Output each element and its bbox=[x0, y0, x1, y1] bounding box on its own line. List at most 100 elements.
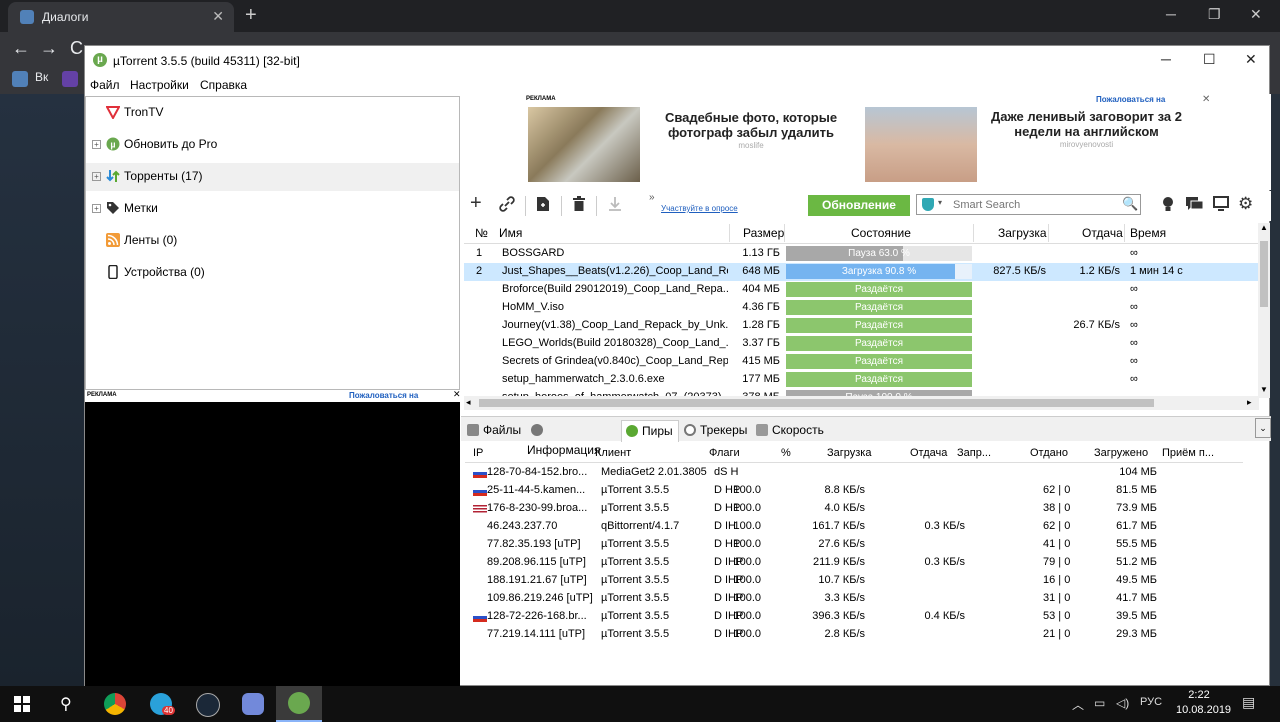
column-header-num[interactable]: № bbox=[475, 226, 488, 240]
create-torrent-icon[interactable] bbox=[536, 196, 550, 212]
ad-headline[interactable]: Свадебные фото, которые фотограф забыл у… bbox=[651, 110, 851, 140]
column-header-ip[interactable]: IP bbox=[473, 447, 483, 459]
peer-row[interactable]: 128-70-84-152.bro... MediaGet2 2.01.3805 d… bbox=[465, 464, 1243, 482]
scroll-left-icon[interactable]: ◂ bbox=[466, 397, 471, 408]
torrent-row[interactable]: setup_hammerwatch_2.3.0.6.exe 177 МБ Разда… bbox=[464, 371, 1259, 389]
close-window-icon[interactable]: ✕ bbox=[1250, 6, 1262, 23]
tab-speed[interactable]: Скорость bbox=[752, 420, 824, 441]
column-header-upload[interactable]: Отдача bbox=[1082, 226, 1123, 240]
column-header-received[interactable]: Загружено bbox=[1094, 447, 1148, 459]
column-header-download[interactable]: Загрузка bbox=[998, 226, 1047, 240]
bookmark-vk[interactable]: Вк bbox=[35, 70, 48, 84]
peer-row[interactable]: 128-72-226-168.br... µTorrent 3.5.5 D IHP 1… bbox=[465, 608, 1243, 626]
windows-start-icon[interactable] bbox=[14, 696, 30, 712]
search-input[interactable] bbox=[951, 197, 1125, 213]
tab-files[interactable]: Файлы bbox=[463, 420, 523, 441]
ad-report-link[interactable]: Пожаловаться на bbox=[1096, 95, 1165, 104]
discord-icon[interactable] bbox=[242, 693, 264, 715]
torrent-row[interactable]: HoMM_V.iso 4.36 ГБ Раздаётся ∞ bbox=[464, 299, 1259, 317]
ad-image-wedding[interactable] bbox=[528, 107, 640, 182]
column-header-peer-download[interactable]: Загрузка bbox=[827, 447, 871, 459]
volume-icon[interactable]: ◁) bbox=[1116, 696, 1129, 710]
sidebar-item-labels[interactable]: + Метки bbox=[86, 195, 459, 223]
column-header-peer-upload[interactable]: Отдача bbox=[910, 447, 947, 459]
sidebar-item-trontv[interactable]: TronTV bbox=[86, 99, 459, 127]
column-header-name[interactable]: Имя bbox=[499, 226, 522, 240]
column-header-sent[interactable]: Отдано bbox=[1030, 447, 1068, 459]
peer-row[interactable]: 109.86.219.246 [uTP] µTorrent 3.5.5 D IHP 1… bbox=[465, 590, 1243, 608]
torrent-row[interactable]: 1 BOSSGARD 1.13 ГБ Пауза 63.0 % ∞ bbox=[464, 245, 1259, 263]
torrent-row[interactable]: Broforce(Build 29012019)_Coop_Land_Repa.… bbox=[464, 281, 1259, 299]
scrollbar-thumb[interactable] bbox=[1260, 241, 1268, 307]
update-button[interactable]: Обновление bbox=[808, 195, 910, 216]
notifications-icon[interactable]: ▤ bbox=[1242, 694, 1255, 711]
torrent-row[interactable]: Journey(v1.38)_Coop_Land_Repack_by_Unk..… bbox=[464, 317, 1259, 335]
peer-row[interactable]: 25-11-44-5.kamen... µTorrent 3.5.5 D HP 100… bbox=[465, 482, 1243, 500]
sidebar-item-torrents[interactable]: + Торренты (17) bbox=[86, 163, 459, 191]
twitch-bookmark-icon[interactable] bbox=[62, 71, 78, 87]
column-separator[interactable] bbox=[1048, 224, 1049, 242]
peer-row[interactable]: 188.191.21.67 [uTP] µTorrent 3.5.5 D IHP 10… bbox=[465, 572, 1243, 590]
forward-arrow-icon[interactable]: → bbox=[40, 38, 58, 59]
search-icon[interactable]: ⚲ bbox=[60, 694, 72, 714]
add-link-icon[interactable] bbox=[499, 196, 515, 212]
column-header-client[interactable]: Клиент bbox=[595, 447, 631, 459]
minimize-icon[interactable]: ─ bbox=[1161, 51, 1171, 67]
search-shield-icon[interactable] bbox=[922, 198, 934, 211]
peer-row[interactable]: 77.219.14.111 [uTP] µTorrent 3.5.5 D IHP 10… bbox=[465, 626, 1243, 644]
ad-headline[interactable]: Даже ленивый заговорит за 2 недели на ан… bbox=[979, 109, 1194, 139]
back-arrow-icon[interactable]: ← bbox=[12, 38, 30, 59]
tab-info[interactable]: Информация bbox=[527, 420, 619, 457]
column-separator[interactable] bbox=[973, 224, 974, 242]
scroll-up-icon[interactable]: ▲ bbox=[1260, 223, 1268, 232]
column-header-requests[interactable]: Запр... bbox=[957, 447, 991, 459]
column-separator[interactable] bbox=[729, 224, 730, 242]
ad-report-link[interactable]: Пожаловаться на bbox=[349, 391, 418, 400]
column-separator[interactable] bbox=[784, 224, 785, 242]
minimize-icon[interactable]: ─ bbox=[1166, 6, 1176, 22]
new-tab-icon[interactable]: + bbox=[245, 4, 257, 27]
ad-image-face[interactable] bbox=[865, 107, 977, 182]
peer-row[interactable]: 176-8-230-99.broa... µTorrent 3.5.5 D HP 10… bbox=[465, 500, 1243, 518]
menu-settings[interactable]: Настройки bbox=[130, 78, 189, 92]
survey-link[interactable]: Участвуйте в опросе bbox=[661, 204, 738, 213]
maximize-icon[interactable]: ☐ bbox=[1203, 51, 1216, 68]
peer-row[interactable]: 89.208.96.115 [uTP] µTorrent 3.5.5 D IHP 10… bbox=[465, 554, 1243, 572]
system-clock[interactable]: 2:22 10.08.2019 bbox=[1176, 688, 1231, 718]
sidebar-item-upgrade-pro[interactable]: + µ Обновить до Pro bbox=[86, 131, 459, 159]
torrent-list-horizontal-scrollbar[interactable]: ◂ ▸ bbox=[464, 396, 1259, 410]
peer-row[interactable]: 77.82.35.193 [uTP] µTorrent 3.5.5 D HP 100.… bbox=[465, 536, 1243, 554]
language-indicator[interactable]: РУС bbox=[1140, 696, 1162, 708]
ad-close-icon[interactable]: ✕ bbox=[1202, 94, 1210, 105]
column-header-flags[interactable]: Флаги bbox=[709, 447, 740, 459]
torrent-row[interactable]: LEGO_Worlds(Build 20180328)_Coop_Land_..… bbox=[464, 335, 1259, 353]
toolbar-more-icon[interactable]: » bbox=[649, 192, 655, 203]
browser-tab[interactable]: Диалоги ✕ bbox=[8, 2, 234, 32]
expand-icon[interactable]: + bbox=[92, 140, 101, 149]
restore-icon[interactable]: ❐ bbox=[1208, 6, 1221, 23]
reload-icon[interactable]: C bbox=[70, 38, 83, 59]
expand-icon[interactable]: + bbox=[92, 172, 101, 181]
peer-row[interactable]: 46.243.237.70 qBittorrent/4.1.7 D IH 100.0 1… bbox=[465, 518, 1243, 536]
lightbulb-icon[interactable] bbox=[1161, 196, 1175, 212]
tab-trackers[interactable]: Трекеры bbox=[680, 420, 750, 441]
search-icon[interactable]: 🔍 bbox=[1122, 196, 1138, 212]
expand-icon[interactable]: + bbox=[92, 204, 101, 213]
settings-gear-icon[interactable]: ⚙ bbox=[1238, 194, 1253, 214]
column-separator[interactable] bbox=[1124, 224, 1125, 242]
menu-file[interactable]: Файл bbox=[90, 78, 120, 92]
network-icon[interactable]: ▭ bbox=[1094, 696, 1105, 710]
expand-panel-chevron-icon[interactable]: ⌄ bbox=[1255, 418, 1271, 438]
taskbar-active-app[interactable] bbox=[276, 686, 322, 722]
column-header-percent[interactable]: % bbox=[781, 447, 791, 459]
ad-close-icon[interactable]: ✕ bbox=[453, 389, 461, 400]
column-header-size[interactable]: Размер bbox=[743, 226, 784, 240]
scroll-right-icon[interactable]: ▸ bbox=[1247, 397, 1252, 408]
add-torrent-icon[interactable]: + bbox=[470, 192, 482, 215]
vk-bookmark-icon[interactable] bbox=[12, 71, 28, 87]
steam-icon[interactable] bbox=[196, 693, 220, 717]
trash-icon[interactable] bbox=[572, 196, 586, 212]
remote-monitor-icon[interactable] bbox=[1213, 196, 1229, 212]
scroll-down-icon[interactable]: ▼ bbox=[1260, 385, 1268, 394]
tab-peers[interactable]: Пиры bbox=[621, 420, 679, 442]
